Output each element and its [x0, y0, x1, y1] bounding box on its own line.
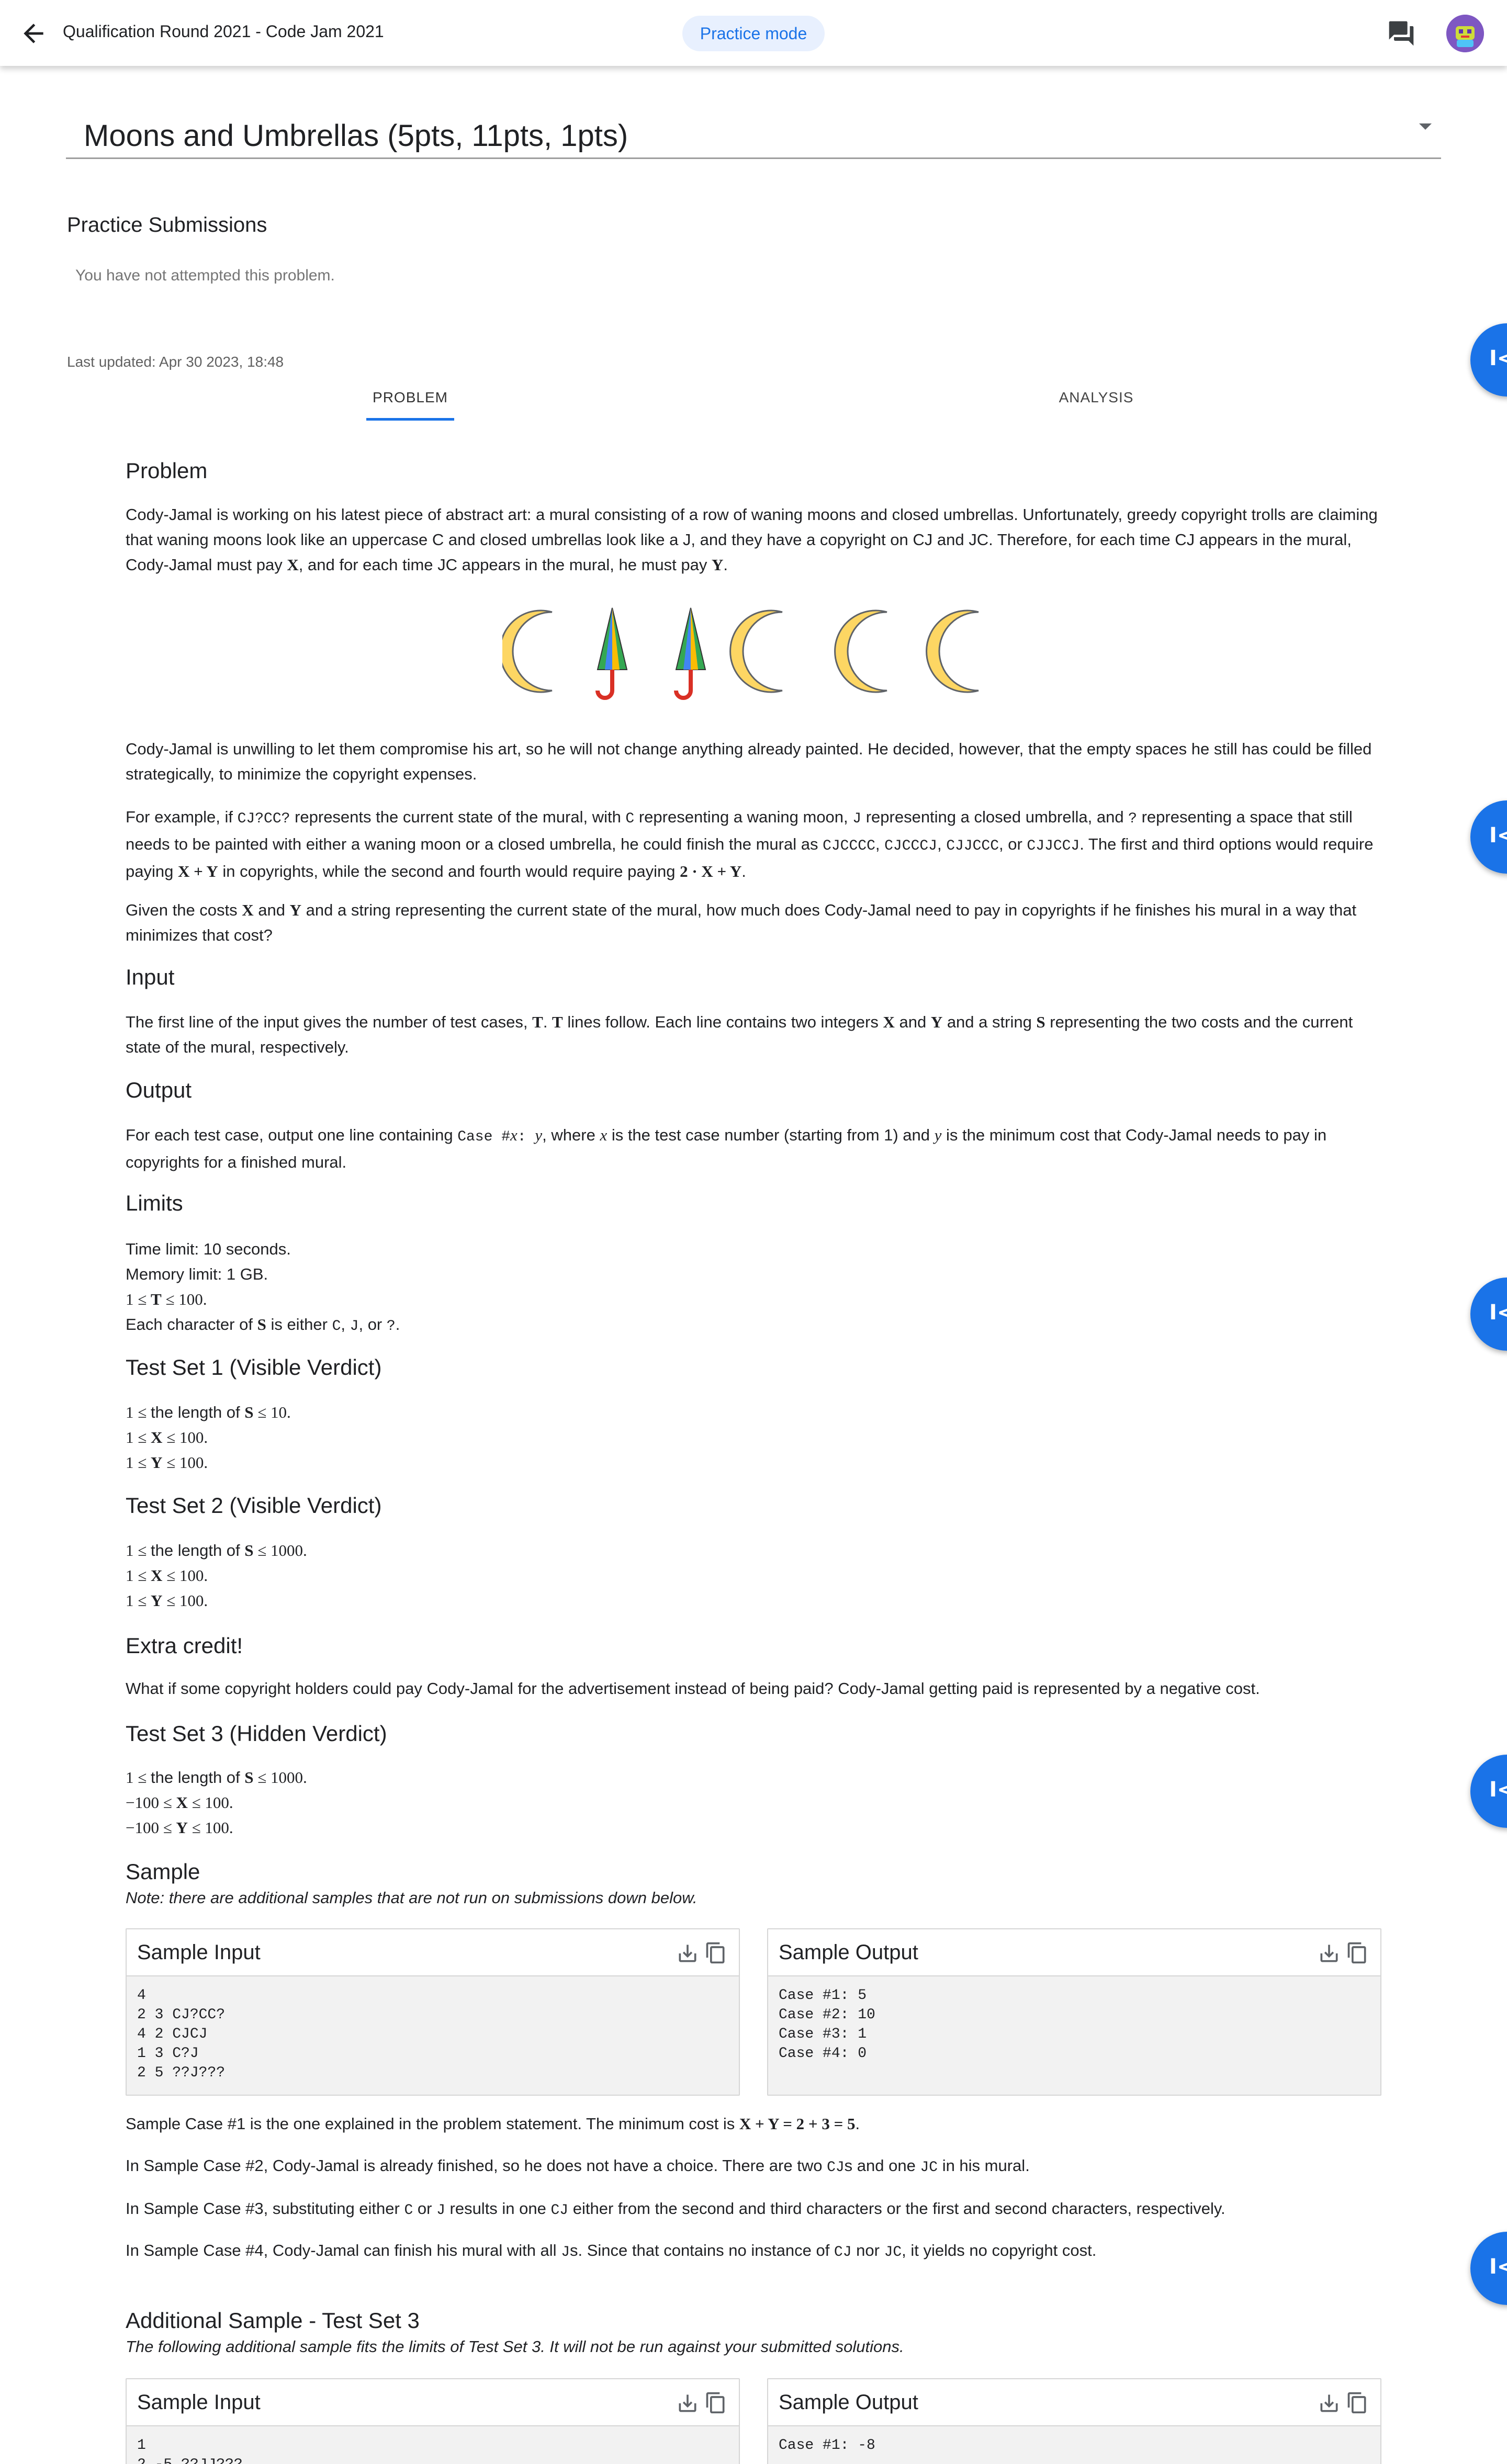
last-updated-text: Last updated: Apr 30 2023, 18:48 — [67, 354, 284, 370]
arrow-back-icon[interactable] — [19, 19, 48, 48]
test-set-3-heading: Test Set 3 (Hidden Verdict) — [126, 1721, 387, 1746]
problem-paragraph: Cody-Jamal is unwilling to let them comp… — [126, 740, 1372, 783]
additional-sample-note: The following additional sample fits the… — [126, 2337, 904, 2356]
additional-input-text[interactable]: 1 2 -5 ??JJ??? — [127, 2426, 739, 2464]
sample-case-explanation: In Sample Case #2, Cody-Jamal is already… — [126, 2156, 1030, 2176]
test-set-2-heading: Test Set 2 (Visible Verdict) — [126, 1493, 382, 1518]
sample-output-text[interactable]: Case #1: 5 Case #2: 10 Case #3: 1 Case #… — [768, 1976, 1380, 2073]
sample-note: Note: there are additional samples that … — [126, 1889, 698, 1907]
output-heading: Output — [126, 1078, 192, 1102]
copy-icon[interactable] — [1346, 2391, 1369, 2415]
download-icon[interactable] — [1318, 2392, 1341, 2415]
avatar[interactable] — [1446, 15, 1484, 52]
sample-input-box: Sample Input 4 2 3 CJ?CC? 4 2 CJCJ 1 3 C… — [126, 1928, 740, 2096]
input-heading: Input — [126, 965, 175, 989]
test-set-2-limits: 1 ≤ the length of S ≤ 1000. 1 ≤ X ≤ 100.… — [126, 1541, 307, 1610]
practice-mode-chip[interactable]: Practice mode — [682, 16, 825, 51]
sample-heading: Sample — [126, 1859, 200, 1884]
problem-heading: Problem — [126, 458, 208, 483]
download-icon[interactable] — [676, 2392, 699, 2415]
output-paragraph: For each test case, output one line cont… — [126, 1126, 1327, 1171]
first-page-icon: I< — [1489, 346, 1507, 370]
limits-list: Time limit: 10 seconds. Memory limit: 1 … — [126, 1240, 400, 1335]
download-icon[interactable] — [1318, 1942, 1341, 1965]
additional-input-box: Sample Input 1 2 -5 ??JJ??? — [126, 2378, 740, 2464]
test-set-1-limits: 1 ≤ the length of S ≤ 10. 1 ≤ X ≤ 100. 1… — [126, 1403, 291, 1472]
avatar-robot-icon — [1446, 15, 1484, 52]
side-nav-button[interactable]: I< — [1470, 1755, 1507, 1828]
submissions-empty-text: You have not attempted this problem. — [75, 267, 335, 284]
chevron-down-icon — [1419, 123, 1432, 130]
top-app-bar: Qualification Round 2021 - Code Jam 2021… — [0, 0, 1507, 66]
sample-case-explanation: Sample Case #1 is the one explained in t… — [126, 2115, 860, 2133]
first-page-icon: I< — [1489, 1301, 1507, 1325]
moon-icon — [834, 609, 888, 693]
forum-icon[interactable] — [1387, 19, 1416, 48]
side-nav-button[interactable]: I< — [1470, 800, 1507, 874]
sample-case-explanation: In Sample Case #4, Cody-Jamal can finish… — [126, 2241, 1097, 2260]
additional-input-title: Sample Input — [137, 2391, 261, 2414]
problem-paragraph: For example, if CJ?CC? represents the cu… — [126, 808, 1374, 880]
umbrella-icon — [598, 608, 627, 698]
additional-output-text[interactable]: Case #1: -8 — [768, 2426, 1380, 2464]
tab-problem[interactable]: PROBLEM — [366, 379, 454, 421]
additional-output-title: Sample Output — [779, 2391, 918, 2414]
problem-paragraph: Cody-Jamal is working on his latest piec… — [126, 505, 1378, 574]
moon-icon — [729, 609, 783, 693]
limits-heading: Limits — [126, 1191, 183, 1215]
copy-icon[interactable] — [1346, 1941, 1369, 1965]
moon-icon — [926, 609, 980, 693]
mural-illustration — [502, 602, 980, 701]
download-icon[interactable] — [676, 1942, 699, 1965]
side-nav-button[interactable]: I< — [1470, 1278, 1507, 1351]
umbrella-icon — [676, 608, 705, 698]
sample-output-box: Sample Output Case #1: 5 Case #2: 10 Cas… — [767, 1928, 1381, 2096]
first-page-icon: I< — [1489, 823, 1507, 847]
extra-credit-heading: Extra credit! — [126, 1633, 243, 1658]
problem-title: Moons and Umbrellas (5pts, 11pts, 1pts) — [84, 119, 628, 153]
contest-title[interactable]: Qualification Round 2021 - Code Jam 2021 — [63, 22, 384, 41]
sample-output-title: Sample Output — [779, 1941, 918, 1964]
side-nav-button[interactable]: I< — [1470, 2232, 1507, 2305]
input-paragraph: The first line of the input gives the nu… — [126, 1013, 1353, 1056]
problem-paragraph: Given the costs X and Y and a string rep… — [126, 901, 1357, 944]
tab-analysis[interactable]: ANALYSIS — [1041, 379, 1151, 421]
submissions-heading: Practice Submissions — [67, 213, 267, 236]
sample-case-explanation: In Sample Case #3, substituting either C… — [126, 2199, 1225, 2219]
copy-icon[interactable] — [704, 1941, 727, 1965]
sample-input-text[interactable]: 4 2 3 CJ?CC? 4 2 CJCJ 1 3 C?J 2 5 ??J??? — [127, 1976, 739, 2092]
first-page-icon: I< — [1489, 2255, 1507, 2279]
extra-credit-paragraph: What if some copyright holders could pay… — [126, 1679, 1260, 1698]
first-page-icon: I< — [1489, 1778, 1507, 1802]
additional-output-box: Sample Output Case #1: -8 — [767, 2378, 1381, 2464]
moon-icon — [502, 609, 553, 693]
side-nav-button[interactable]: I< — [1470, 323, 1507, 397]
copy-icon[interactable] — [704, 2391, 727, 2415]
problem-select[interactable]: Moons and Umbrellas (5pts, 11pts, 1pts) — [66, 105, 1441, 159]
additional-sample-heading: Additional Sample - Test Set 3 — [126, 2308, 420, 2333]
test-set-1-heading: Test Set 1 (Visible Verdict) — [126, 1355, 382, 1380]
test-set-3-limits: 1 ≤ the length of S ≤ 1000. −100 ≤ X ≤ 1… — [126, 1768, 307, 1837]
sample-input-title: Sample Input — [137, 1941, 261, 1964]
